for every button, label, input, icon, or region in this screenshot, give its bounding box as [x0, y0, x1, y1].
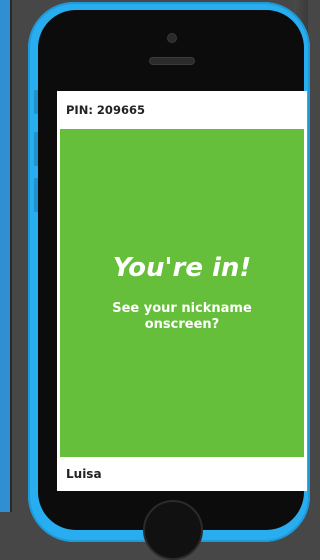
instruction-line-2: onscreen? [144, 317, 220, 332]
player-nickname: Luisa [66, 467, 102, 481]
pin-bar: PIN: 209665 [57, 91, 307, 129]
left-window-divider [10, 0, 12, 512]
joined-panel: You're in! See your nickname onscreen? [60, 129, 304, 457]
nickname-instruction: See your nickname onscreen? [60, 301, 304, 333]
game-pin: PIN: 209665 [66, 103, 145, 117]
nickname-bar: Luisa [57, 457, 307, 491]
joined-title: You're in! [112, 253, 252, 283]
front-camera-icon [168, 34, 176, 42]
earpiece-speaker [150, 58, 194, 64]
left-window-edge [0, 0, 10, 512]
instruction-line-1: See your nickname [112, 301, 252, 316]
phone-screen: PIN: 209665 You're in! See your nickname… [57, 91, 307, 491]
home-button[interactable] [143, 500, 203, 560]
